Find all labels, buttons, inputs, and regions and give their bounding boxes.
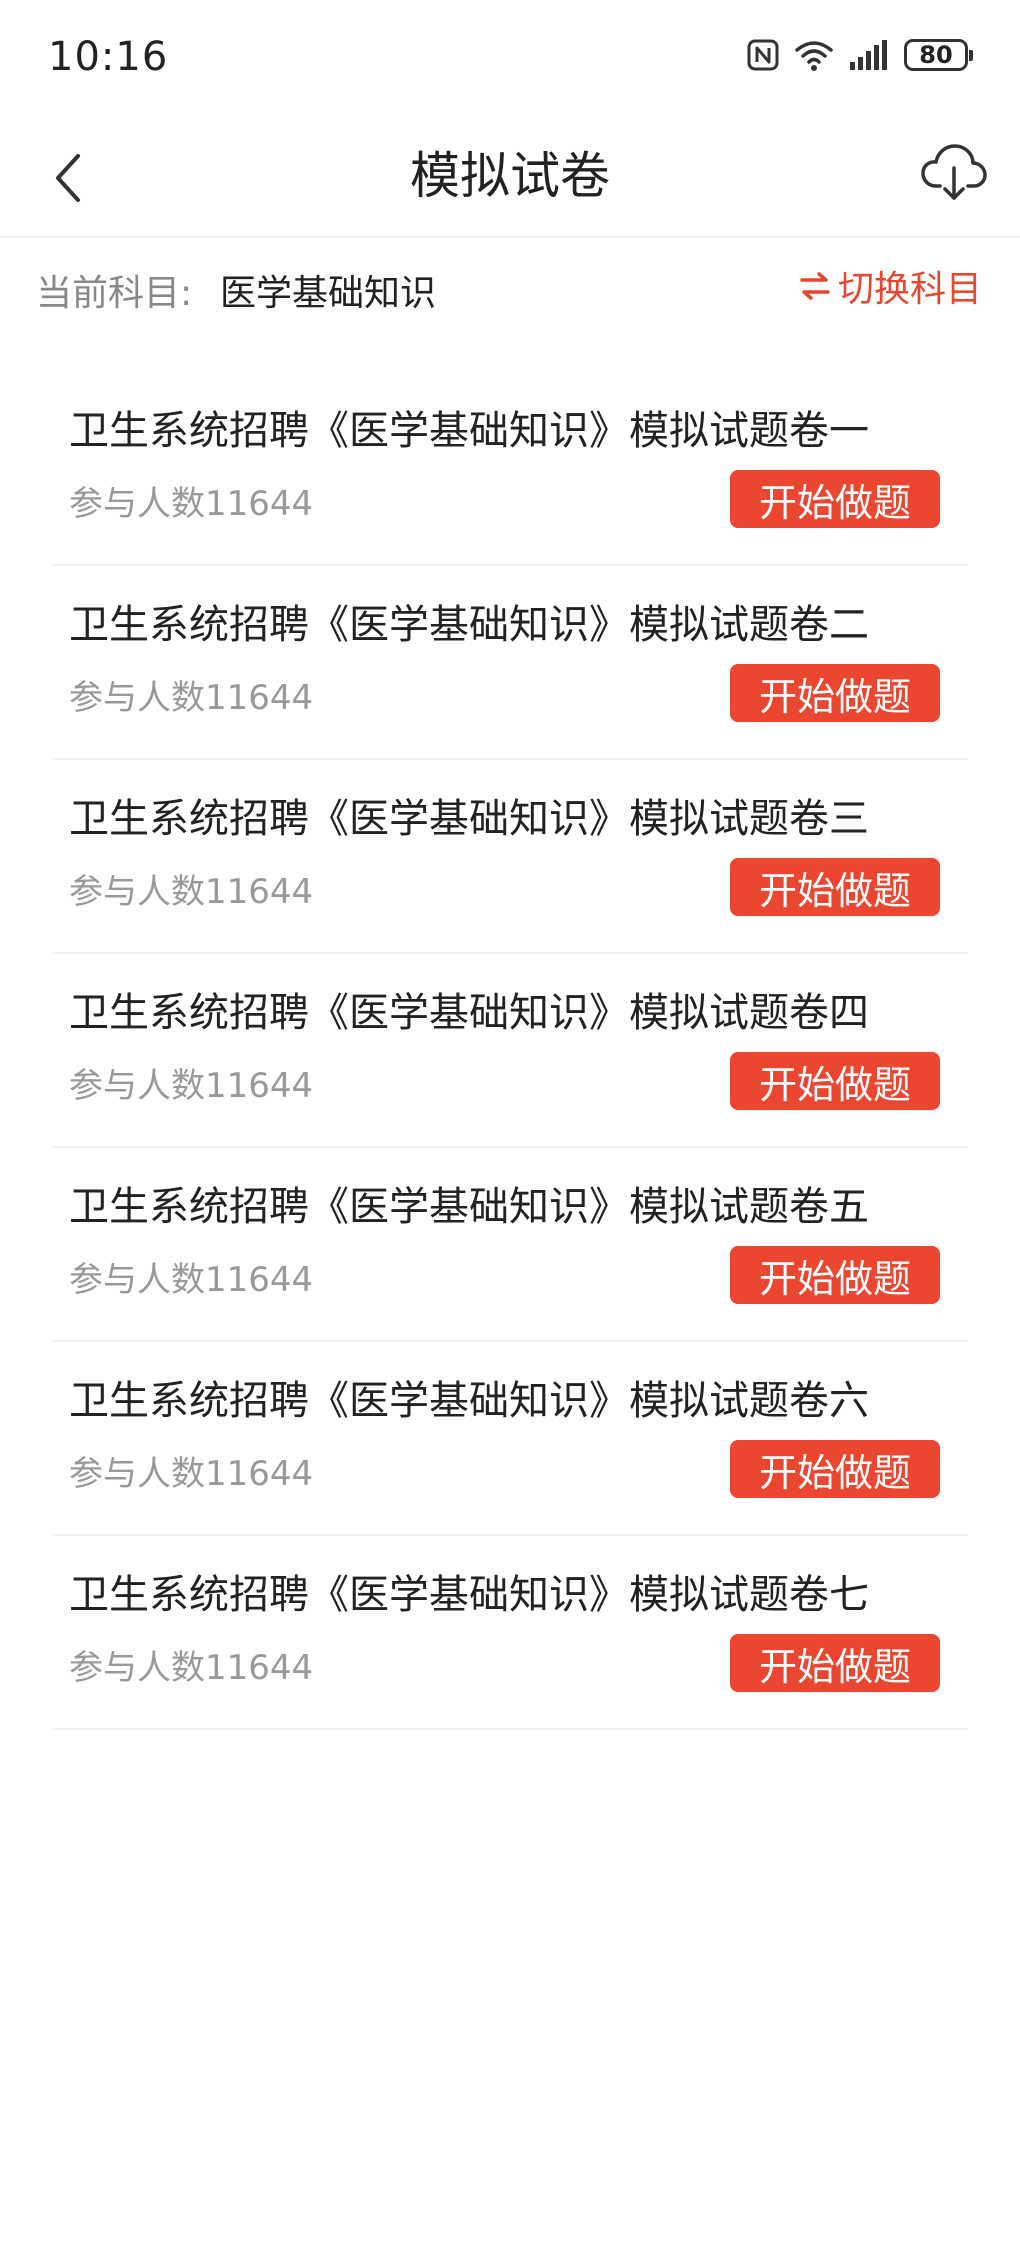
nfc-icon <box>746 38 780 72</box>
list-item[interactable]: 卫生系统招聘《医学基础知识》模拟试题卷七 参与人数11644 开始做题 <box>52 1536 968 1730</box>
subject-label: 当前科目: <box>36 273 193 314</box>
start-quiz-button[interactable]: 开始做题 <box>730 1052 940 1110</box>
start-quiz-button[interactable]: 开始做题 <box>730 1246 940 1304</box>
switch-subject-button[interactable]: 切换科目 <box>798 260 982 312</box>
paper-title: 卫生系统招聘《医学基础知识》模拟试题卷四 <box>69 990 869 1036</box>
list-item[interactable]: 卫生系统招聘《医学基础知识》模拟试题卷二 参与人数11644 开始做题 <box>52 566 968 760</box>
paper-title: 卫生系统招聘《医学基础知识》模拟试题卷一 <box>69 408 869 454</box>
swap-arrows-icon <box>800 272 830 300</box>
participant-count: 参与人数11644 <box>69 484 314 524</box>
list-item[interactable]: 卫生系统招聘《医学基础知识》模拟试题卷五 参与人数11644 开始做题 <box>52 1148 968 1342</box>
start-quiz-button[interactable]: 开始做题 <box>730 1634 940 1692</box>
start-quiz-button[interactable]: 开始做题 <box>730 1440 940 1498</box>
start-quiz-button[interactable]: 开始做题 <box>730 664 940 722</box>
page-title: 模拟试卷 <box>410 147 610 205</box>
paper-list: 卫生系统招聘《医学基础知识》模拟试题卷一 参与人数11644 开始做题 卫生系统… <box>52 372 968 1730</box>
participant-count: 参与人数11644 <box>69 1648 314 1688</box>
status-bar: 10:16 80 <box>0 0 1020 120</box>
paper-title: 卫生系统招聘《医学基础知识》模拟试题卷六 <box>69 1378 869 1424</box>
paper-title: 卫生系统招聘《医学基础知识》模拟试题卷二 <box>69 602 869 648</box>
start-quiz-button[interactable]: 开始做题 <box>730 858 940 916</box>
paper-title: 卫生系统招聘《医学基础知识》模拟试题卷五 <box>69 1184 869 1230</box>
battery-icon: 80 <box>904 39 973 71</box>
download-button[interactable] <box>918 136 990 208</box>
participant-count: 参与人数11644 <box>69 1260 314 1300</box>
header: 模拟试卷 <box>0 120 1020 238</box>
signal-icon <box>848 38 890 72</box>
cloud-download-icon <box>921 144 987 200</box>
participant-count: 参与人数11644 <box>69 1454 314 1494</box>
list-item[interactable]: 卫生系统招聘《医学基础知识》模拟试题卷四 参与人数11644 开始做题 <box>52 954 968 1148</box>
participant-count: 参与人数11644 <box>69 872 314 912</box>
participant-count: 参与人数11644 <box>69 678 314 718</box>
participant-count: 参与人数11644 <box>69 1066 314 1106</box>
start-quiz-button[interactable]: 开始做题 <box>730 470 940 528</box>
status-icons: 80 <box>746 38 973 72</box>
subject-value: 医学基础知识 <box>220 273 437 314</box>
paper-title: 卫生系统招聘《医学基础知识》模拟试题卷三 <box>69 796 869 842</box>
subject-bar: 当前科目: 医学基础知识 切换科目 <box>0 238 1020 338</box>
wifi-icon <box>794 38 834 72</box>
list-item[interactable]: 卫生系统招聘《医学基础知识》模拟试题卷三 参与人数11644 开始做题 <box>52 760 968 954</box>
list-item[interactable]: 卫生系统招聘《医学基础知识》模拟试题卷六 参与人数11644 开始做题 <box>52 1342 968 1536</box>
paper-title: 卫生系统招聘《医学基础知识》模拟试题卷七 <box>69 1572 869 1618</box>
list-item[interactable]: 卫生系统招聘《医学基础知识》模拟试题卷一 参与人数11644 开始做题 <box>52 372 968 566</box>
switch-subject-label: 切换科目 <box>837 269 982 310</box>
status-time: 10:16 <box>48 34 169 80</box>
